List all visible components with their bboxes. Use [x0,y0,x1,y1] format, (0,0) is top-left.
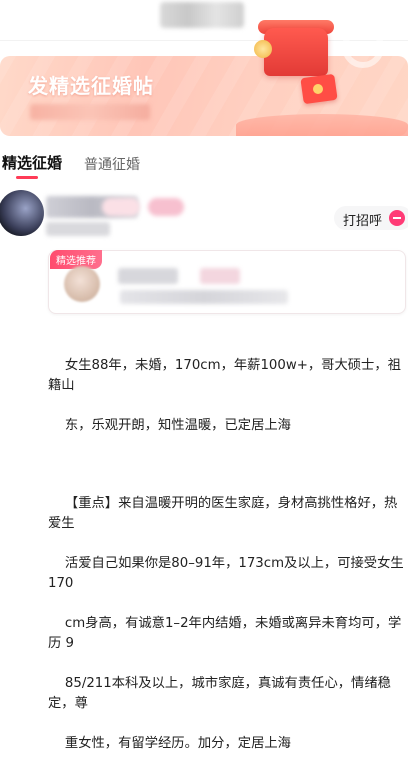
content-line: 【重点】来自温暖开明的医生家庭，身材高挑性格好，热爱生 [48,496,398,531]
banner-stage-decoration [236,114,408,136]
content-line: 女生88年，未婚，170cm，年薪100w+，哥大硕士，祖籍山 [48,358,401,393]
post-paragraph-1: 女生88年，未婚，170cm，年薪100w+，哥大硕士，祖籍山 东，乐观开朗，知… [48,336,408,456]
greet-button[interactable]: 打招呼 [334,206,408,230]
user-meta-blurred [46,222,110,236]
tab-regular[interactable]: 普通征婚 [84,154,140,174]
content-line: 85/211本科及以上，城市家庭，真诚有责任心，情绪稳定，尊 [48,676,391,711]
envelope-seal-icon [313,84,323,94]
content-line: 重女性，有留学经历。加分，定居上海 [64,736,291,751]
recommended-text-blurred [120,290,288,304]
content-line: cm身高，有诚意1–2年内结婚，未婚或离异未育均可，学历 9 [48,616,402,651]
recommended-name-blurred [118,268,178,284]
recommended-avatar [64,266,100,302]
page-title-blurred [160,2,244,28]
gift-box-icon [264,28,328,76]
active-tab-indicator [16,176,38,179]
content-line: 活爱自己如果你是80–91年，173cm及以上，可接受女生170 [48,556,404,591]
recommended-tag-blurred [200,268,240,284]
user-badge-blurred-2 [148,198,184,216]
ribbon-icon [342,26,384,68]
tab-featured[interactable]: 精选征婚 [2,152,62,173]
content-line: 东，乐观开朗，知性温暖，已定居上海 [64,418,291,433]
banner-title: 发精选征婚帖 [28,74,154,98]
greet-button-label: 打招呼 [343,214,383,229]
coin-icon [254,40,272,58]
post-content: 女生88年，未婚，170cm，年薪100w+，哥大硕士，祖籍山 东，乐观开朗，知… [48,336,408,774]
avatar[interactable] [0,190,44,236]
chat-bubble-icon [389,210,405,226]
user-badge-blurred [102,198,140,216]
post-paragraph-2: 【重点】来自温暖开明的医生家庭，身材高挑性格好，热爱生 活爱自己如果你是80–9… [48,474,408,774]
banner-subtitle-blurred [30,104,150,120]
